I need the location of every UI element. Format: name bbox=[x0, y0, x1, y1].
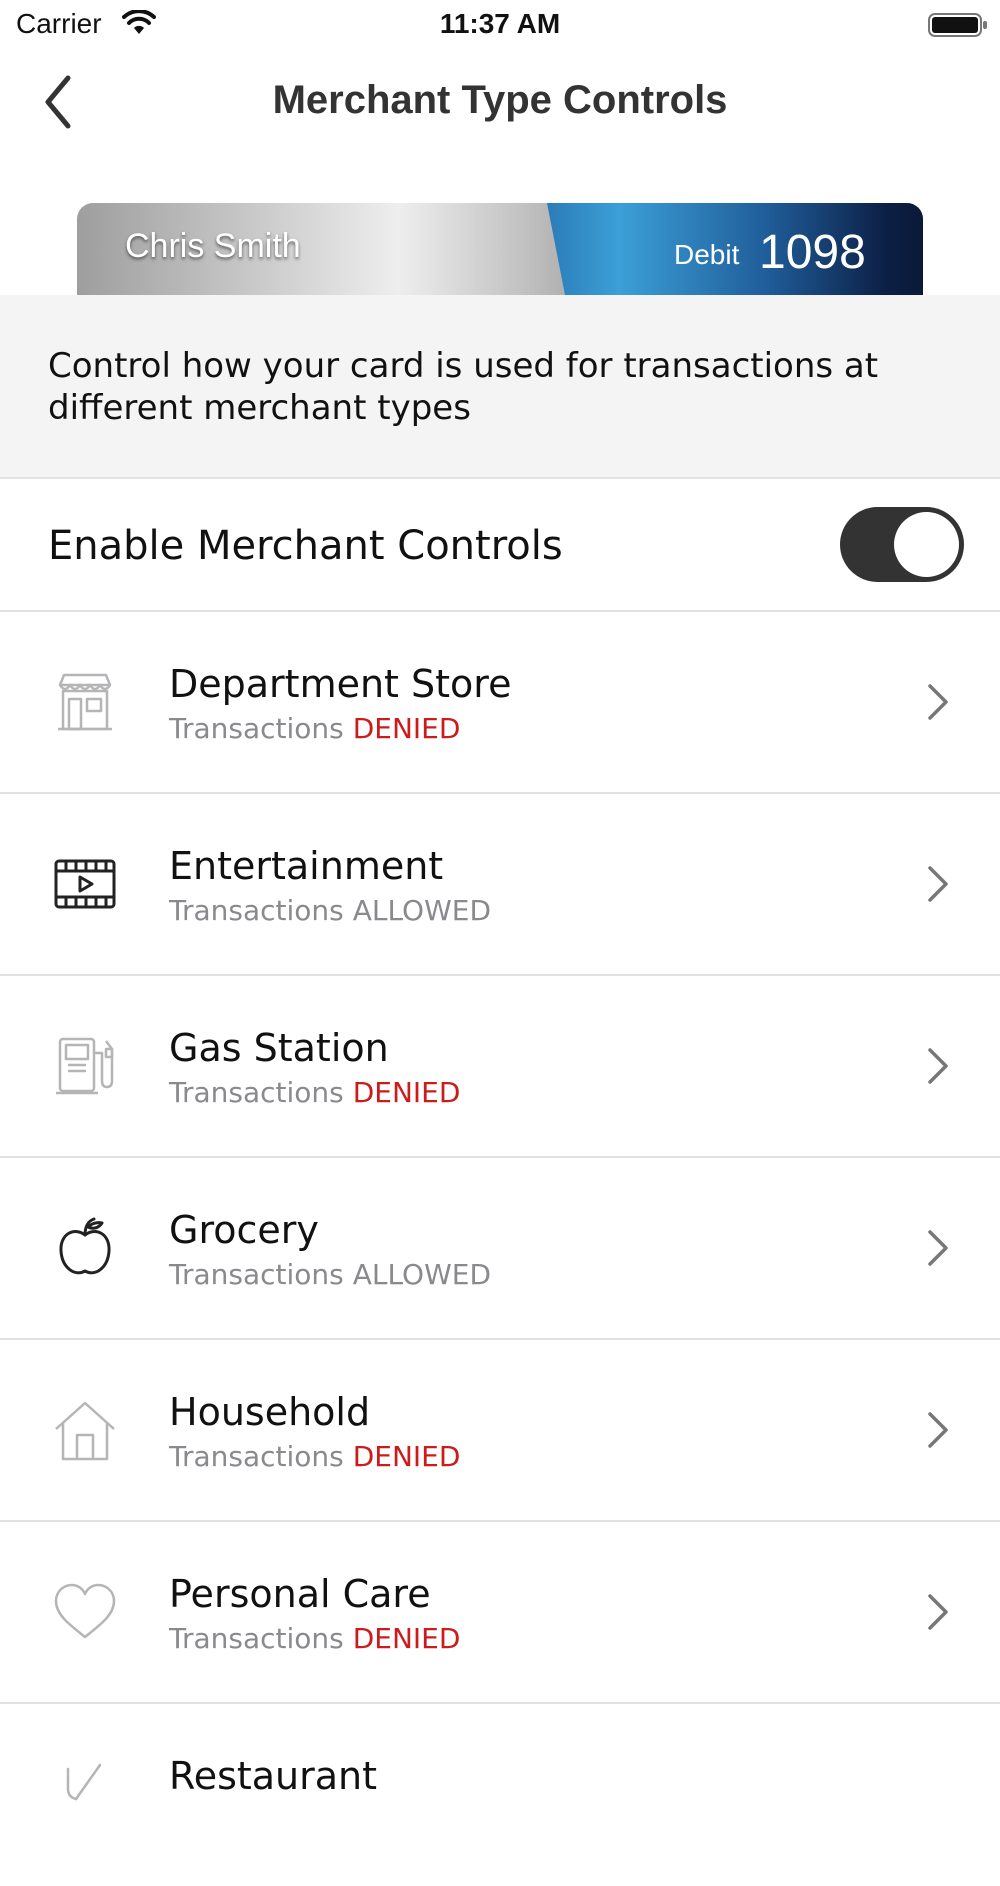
gas-pump-icon bbox=[56, 1037, 114, 1095]
card-image: Chris Smith Debit 1098 bbox=[77, 203, 923, 295]
merchant-name: Household bbox=[169, 1390, 371, 1434]
merchant-status: Transactions ALLOWED bbox=[169, 1258, 492, 1291]
house-icon bbox=[55, 1401, 115, 1461]
merchant-controls-row: Enable Merchant Controls bbox=[0, 481, 1000, 612]
battery-icon bbox=[928, 13, 987, 37]
card-holder-name: Chris Smith bbox=[125, 227, 301, 265]
merchant-name: Grocery bbox=[169, 1208, 319, 1252]
merchant-row-gas-station[interactable]: Gas Station Transactions DENIED bbox=[0, 976, 1000, 1158]
merchant-row-personal-care[interactable]: Personal Care Transactions DENIED bbox=[0, 1522, 1000, 1704]
status-bar: Carrier 11:37 AM bbox=[0, 0, 1000, 50]
chevron-right-icon bbox=[928, 1594, 948, 1630]
merchant-name: Personal Care bbox=[169, 1572, 431, 1616]
merchant-status: Transactions ALLOWED bbox=[169, 894, 492, 927]
merchant-controls-label: Enable Merchant Controls bbox=[48, 523, 563, 569]
merchant-controls-toggle[interactable] bbox=[840, 507, 964, 582]
toggle-knob bbox=[894, 512, 959, 577]
status-denied-badge: DENIED bbox=[352, 1076, 461, 1109]
merchant-row-household[interactable]: Household Transactions DENIED bbox=[0, 1340, 1000, 1522]
chevron-right-icon bbox=[928, 1048, 948, 1084]
status-denied-badge: DENIED bbox=[352, 1440, 461, 1473]
merchant-status: Transactions DENIED bbox=[169, 1440, 461, 1473]
merchant-row-department-store[interactable]: Department Store Transactions DENIED bbox=[0, 612, 1000, 794]
merchant-row-grocery[interactable]: Grocery Transactions ALLOWED bbox=[0, 1158, 1000, 1340]
apple-icon bbox=[59, 1217, 111, 1275]
status-denied-badge: DENIED bbox=[352, 712, 461, 745]
chevron-right-icon bbox=[928, 1412, 948, 1448]
merchant-name: Gas Station bbox=[169, 1026, 389, 1070]
description-text: Control how your card is used for transa… bbox=[48, 346, 879, 428]
chevron-right-icon bbox=[928, 1230, 948, 1266]
heart-icon bbox=[54, 1583, 116, 1639]
status-denied-badge: DENIED bbox=[352, 1622, 461, 1655]
merchant-status: Transactions DENIED bbox=[169, 1622, 461, 1655]
status-allowed-badge: ALLOWED bbox=[352, 894, 492, 927]
merchant-status: Transactions DENIED bbox=[169, 712, 461, 745]
clock: 11:37 AM bbox=[439, 8, 561, 39]
merchant-name: Entertainment bbox=[169, 844, 444, 888]
merchant-name: Department Store bbox=[169, 662, 512, 706]
chevron-right-icon bbox=[928, 684, 948, 720]
utensils-icon bbox=[66, 1763, 102, 1801]
merchant-row-restaurant[interactable]: Restaurant bbox=[0, 1704, 1000, 1886]
merchant-row-entertainment[interactable]: Entertainment Transactions ALLOWED bbox=[0, 794, 1000, 976]
chevron-right-icon bbox=[928, 866, 948, 902]
merchant-name: Restaurant bbox=[169, 1754, 378, 1798]
card-type: Debit bbox=[674, 239, 740, 270]
store-icon bbox=[58, 673, 112, 731]
page-title: Merchant Type Controls bbox=[272, 78, 728, 122]
film-icon bbox=[54, 859, 116, 909]
description-section: Control how your card is used for transa… bbox=[0, 295, 1000, 479]
card-last-four: 1098 bbox=[759, 226, 866, 279]
merchant-status: Transactions DENIED bbox=[169, 1076, 461, 1109]
status-allowed-badge: ALLOWED bbox=[352, 1258, 492, 1291]
merchant-list: Department Store Transactions DENIED Ent… bbox=[0, 612, 1000, 1886]
